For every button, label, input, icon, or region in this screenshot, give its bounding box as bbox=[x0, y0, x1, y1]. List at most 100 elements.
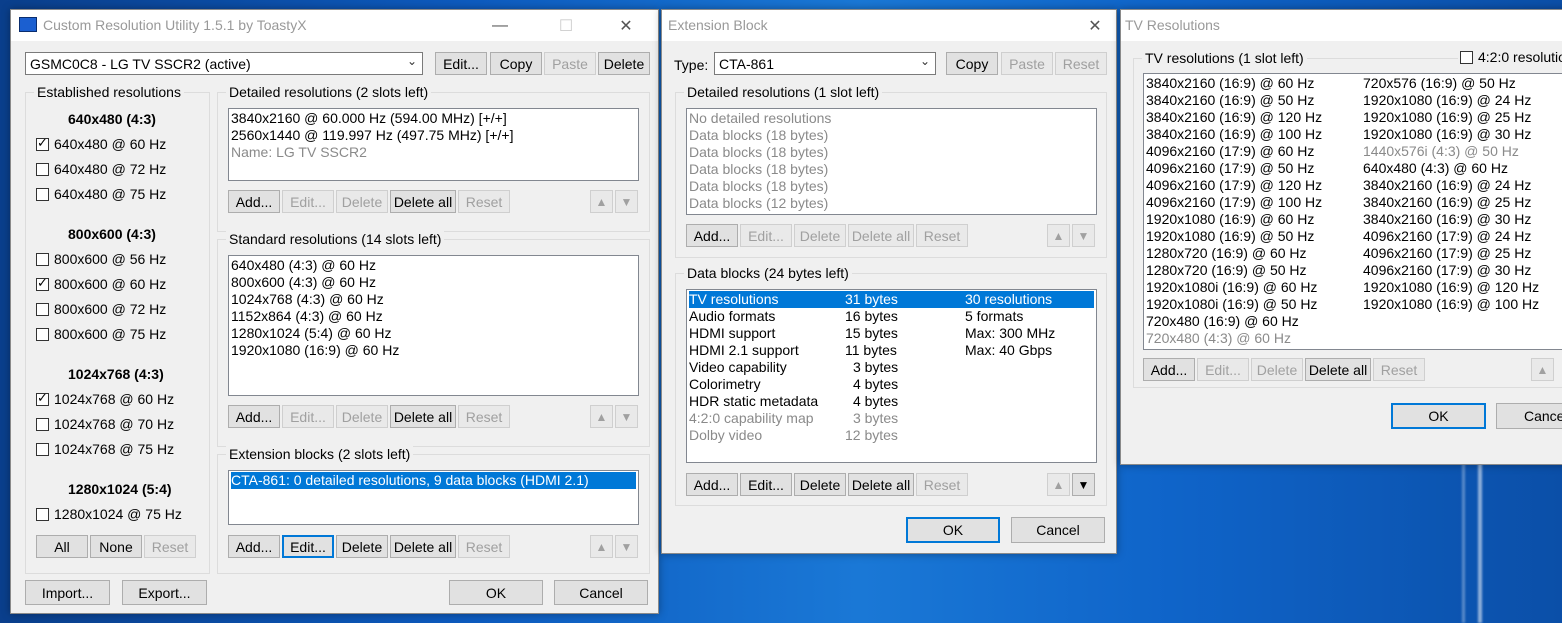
checkbox-1024x768-75[interactable]: 1024x768 @ 75 Hz bbox=[36, 441, 174, 457]
add-button[interactable]: Add... bbox=[686, 473, 738, 496]
reset-established-button[interactable]: Reset bbox=[144, 535, 196, 558]
checkbox-640x480-60[interactable]: 640x480 @ 60 Hz bbox=[36, 135, 166, 152]
edit-button[interactable]: Edit... bbox=[282, 405, 334, 428]
list-item[interactable]: 1920x1080 (16:9) @ 100 Hz bbox=[1363, 296, 1539, 313]
checkbox-800x600-75[interactable]: 800x600 @ 75 Hz bbox=[36, 326, 166, 342]
list-item[interactable]: Data blocks (18 bytes) bbox=[689, 144, 1094, 161]
cancel-button[interactable]: Cancel bbox=[1011, 517, 1105, 543]
import-button[interactable]: Import... bbox=[25, 580, 110, 605]
standard-list[interactable]: 640x480 (4:3) @ 60 Hz 800x600 (4:3) @ 60… bbox=[228, 255, 639, 396]
paste-button[interactable]: Paste bbox=[544, 52, 596, 75]
edit-button[interactable]: Edit... bbox=[282, 190, 334, 213]
list-item[interactable]: 4096x2160 (17:9) @ 60 Hz bbox=[1146, 143, 1322, 160]
data-block-row[interactable]: TV resolutions 31 bytes 30 resolutions bbox=[689, 291, 1094, 308]
delete-button[interactable]: Delete bbox=[1251, 358, 1303, 381]
list-item[interactable]: 640x480 (4:3) @ 60 Hz bbox=[231, 257, 636, 274]
data-block-row[interactable]: HDMI support 15 bytes Max: 300 MHz bbox=[689, 325, 1094, 342]
reset-button[interactable]: Reset bbox=[458, 190, 510, 213]
export-button[interactable]: Export... bbox=[122, 580, 207, 605]
data-block-row[interactable]: HDR static metadata 4 bytes bbox=[689, 393, 1094, 410]
data-block-row[interactable]: HDMI 2.1 support 11 bytes Max: 40 Gbps bbox=[689, 342, 1094, 359]
add-button[interactable]: Add... bbox=[228, 535, 280, 558]
list-item[interactable]: 3840x2160 @ 60.000 Hz (594.00 MHz) [+/+] bbox=[231, 110, 636, 127]
list-item[interactable]: 3840x2160 (16:9) @ 120 Hz bbox=[1146, 109, 1322, 126]
list-item[interactable]: CTA-861: 0 detailed resolutions, 9 data … bbox=[231, 472, 636, 489]
list-item[interactable]: 640x480 (4:3) @ 60 Hz bbox=[1363, 160, 1539, 177]
monitor-select[interactable]: GSMC0C8 - LG TV SSCR2 (active) ⌄ bbox=[25, 52, 423, 75]
type-select[interactable]: CTA-861 ⌄ bbox=[714, 52, 936, 75]
reset-button[interactable]: Reset bbox=[458, 535, 510, 558]
list-item[interactable]: 1152x864 (4:3) @ 60 Hz bbox=[231, 308, 636, 325]
cancel-button[interactable]: Cancel bbox=[554, 580, 648, 605]
checkbox-800x600-72[interactable]: 800x600 @ 72 Hz bbox=[36, 301, 166, 317]
list-item[interactable]: 4096x2160 (17:9) @ 100 Hz bbox=[1146, 194, 1322, 211]
data-block-row[interactable]: Video capability 3 bytes bbox=[689, 359, 1094, 376]
reset-button[interactable]: Reset bbox=[916, 224, 968, 247]
list-item[interactable]: 1280x720 (16:9) @ 50 Hz bbox=[1146, 262, 1322, 279]
list-item[interactable]: 3840x2160 (16:9) @ 25 Hz bbox=[1363, 194, 1539, 211]
data-block-row[interactable]: Dolby video 12 bytes bbox=[689, 427, 1094, 444]
close-icon[interactable]: ✕ bbox=[1072, 10, 1118, 41]
add-button[interactable]: Add... bbox=[1143, 358, 1195, 381]
delete-all-button[interactable]: Delete all bbox=[848, 473, 914, 496]
cancel-button[interactable]: Cance bbox=[1496, 403, 1562, 429]
checkbox-640x480-75[interactable]: 640x480 @ 75 Hz bbox=[36, 186, 166, 202]
move-up-button[interactable]: ▲ bbox=[590, 535, 613, 558]
delete-button[interactable]: Delete bbox=[794, 224, 846, 247]
checkbox-1024x768-70[interactable]: 1024x768 @ 70 Hz bbox=[36, 416, 174, 432]
list-item[interactable]: 720x480 (4:3) @ 60 Hz bbox=[1146, 330, 1322, 347]
close-icon[interactable]: ✕ bbox=[603, 10, 649, 41]
list-item[interactable]: 1280x1024 (5:4) @ 60 Hz bbox=[231, 325, 636, 342]
list-item[interactable]: 4096x2160 (17:9) @ 25 Hz bbox=[1363, 245, 1539, 262]
list-item[interactable]: 1440x576i (4:3) @ 50 Hz bbox=[1363, 143, 1539, 160]
list-item[interactable]: 1920x1080 (16:9) @ 25 Hz bbox=[1363, 109, 1539, 126]
list-item[interactable]: 1920x1080i (16:9) @ 50 Hz bbox=[1146, 296, 1322, 313]
delete-button[interactable]: Delete bbox=[336, 535, 388, 558]
move-down-button[interactable]: ▼ bbox=[615, 535, 638, 558]
list-item[interactable]: 720x576 (16:9) @ 50 Hz bbox=[1363, 75, 1539, 92]
list-item[interactable]: Name: LG TV SSCR2 bbox=[231, 144, 636, 161]
delete-button[interactable]: Delete bbox=[336, 405, 388, 428]
checkbox-640x480-72[interactable]: 640x480 @ 72 Hz bbox=[36, 161, 166, 177]
delete-all-button[interactable]: Delete all bbox=[390, 190, 456, 213]
delete-all-button[interactable]: Delete all bbox=[1305, 358, 1371, 381]
delete-button[interactable]: Delete bbox=[336, 190, 388, 213]
list-item[interactable]: 1024x768 (4:3) @ 60 Hz bbox=[231, 291, 636, 308]
list-item[interactable]: 4096x2160 (17:9) @ 50 Hz bbox=[1146, 160, 1322, 177]
list-item[interactable]: 1920x1080i (16:9) @ 60 Hz bbox=[1146, 279, 1322, 296]
reset-button[interactable]: Reset bbox=[1373, 358, 1425, 381]
ok-button[interactable]: OK bbox=[1391, 403, 1486, 429]
list-item[interactable]: 3840x2160 (16:9) @ 24 Hz bbox=[1363, 177, 1539, 194]
data-block-row[interactable]: 4:2:0 capability map 3 bytes bbox=[689, 410, 1094, 427]
ok-button[interactable]: OK bbox=[906, 517, 1000, 543]
add-button[interactable]: Add... bbox=[228, 190, 280, 213]
list-item[interactable]: No detailed resolutions bbox=[689, 110, 1094, 127]
list-item[interactable]: Data blocks (18 bytes) bbox=[689, 178, 1094, 195]
reset-button[interactable]: Reset bbox=[458, 405, 510, 428]
move-down-button[interactable]: ▼ bbox=[1072, 473, 1095, 496]
move-down-button[interactable]: ▼ bbox=[615, 405, 638, 428]
copy-button[interactable]: Copy bbox=[946, 52, 998, 75]
add-button[interactable]: Add... bbox=[686, 224, 738, 247]
list-item[interactable]: 1920x1080 (16:9) @ 60 Hz bbox=[1146, 211, 1322, 228]
checkbox-1024x768-60[interactable]: 1024x768 @ 60 Hz bbox=[36, 390, 174, 407]
list-item[interactable]: Data blocks (18 bytes) bbox=[689, 161, 1094, 178]
detailed-list[interactable]: 3840x2160 @ 60.000 Hz (594.00 MHz) [+/+]… bbox=[228, 108, 639, 181]
move-up-button[interactable]: ▲ bbox=[590, 405, 613, 428]
list-item[interactable]: 1920x1080 (16:9) @ 30 Hz bbox=[1363, 126, 1539, 143]
list-item[interactable]: Data blocks (18 bytes) bbox=[689, 127, 1094, 144]
edit-button[interactable]: Edit... bbox=[282, 535, 334, 558]
list-item[interactable]: 1920x1080 (16:9) @ 50 Hz bbox=[1146, 228, 1322, 245]
edit-button[interactable]: Edit... bbox=[1197, 358, 1249, 381]
delete-button[interactable]: Delete bbox=[794, 473, 846, 496]
all-button[interactable]: All bbox=[36, 535, 88, 558]
list-item[interactable]: 3840x2160 (16:9) @ 30 Hz bbox=[1363, 211, 1539, 228]
data-blocks-list[interactable]: TV resolutions 31 bytes 30 resolutions Aud… bbox=[686, 289, 1097, 463]
delete-all-button[interactable]: Delete all bbox=[390, 405, 456, 428]
checkbox-800x600-56[interactable]: 800x600 @ 56 Hz bbox=[36, 251, 166, 267]
list-item[interactable]: 3840x2160 (16:9) @ 100 Hz bbox=[1146, 126, 1322, 143]
move-down-button[interactable]: ▼ bbox=[1072, 224, 1095, 247]
list-item[interactable]: 4096x2160 (17:9) @ 120 Hz bbox=[1146, 177, 1322, 194]
list-item[interactable]: 4096x2160 (17:9) @ 24 Hz bbox=[1363, 228, 1539, 245]
list-item[interactable]: 720x480 (16:9) @ 60 Hz bbox=[1146, 313, 1322, 330]
